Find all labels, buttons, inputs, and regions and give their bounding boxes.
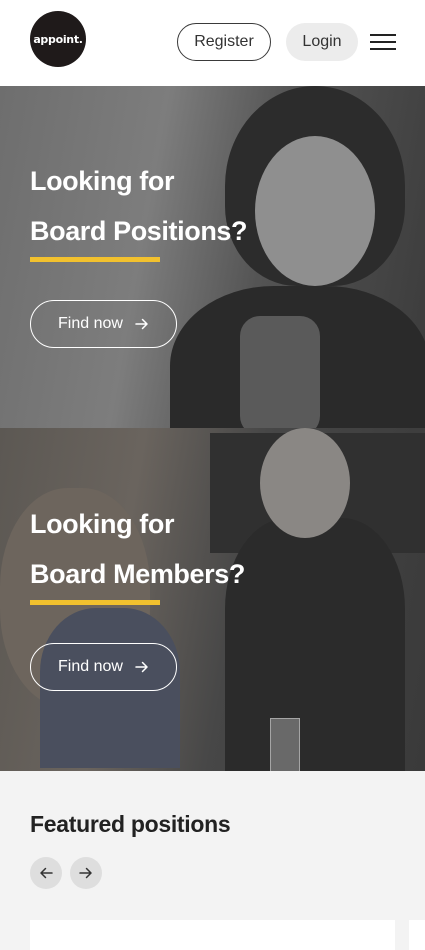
hero-heading-line2: Board Members? bbox=[30, 559, 245, 589]
heading-underline bbox=[30, 257, 160, 262]
login-button[interactable]: Login bbox=[286, 23, 358, 61]
logo-text: appoint. bbox=[33, 32, 83, 46]
arrow-right-icon bbox=[135, 318, 148, 330]
arrow-left-icon bbox=[40, 867, 53, 879]
register-button[interactable]: Register bbox=[177, 23, 271, 61]
hero-heading: Looking for Board Positions? bbox=[30, 156, 248, 256]
hero-photo-glass bbox=[270, 718, 300, 771]
carousel-prev-button[interactable] bbox=[30, 857, 62, 889]
hamburger-line bbox=[370, 48, 396, 50]
find-members-button[interactable]: Find now bbox=[30, 643, 177, 691]
hero-photo-face bbox=[260, 428, 350, 538]
arrow-right-icon bbox=[79, 867, 92, 879]
site-header: appoint. Register Login bbox=[0, 0, 425, 86]
hero-photo-face bbox=[255, 136, 375, 286]
hero-heading-line1: Looking for bbox=[30, 166, 175, 196]
register-label: Register bbox=[194, 33, 254, 50]
heading-underline bbox=[30, 600, 160, 605]
hero-photo-shirt bbox=[240, 316, 320, 429]
hamburger-line bbox=[370, 34, 396, 36]
login-label: Login bbox=[302, 33, 342, 50]
hero-board-positions: Looking for Board Positions? Find now bbox=[0, 86, 425, 429]
find-button-label: Find now bbox=[58, 315, 123, 332]
hero-heading-line2: Board Positions? bbox=[30, 216, 248, 246]
hamburger-line bbox=[370, 41, 396, 43]
find-button-label: Find now bbox=[58, 658, 123, 675]
position-card[interactable] bbox=[409, 920, 425, 950]
arrow-right-icon bbox=[135, 661, 148, 673]
hamburger-menu-icon[interactable] bbox=[370, 34, 396, 50]
hero-heading: Looking for Board Members? bbox=[30, 499, 245, 599]
hero-photo-body bbox=[225, 518, 405, 771]
hero-board-members: Looking for Board Members? Find now bbox=[0, 428, 425, 771]
hero-heading-line1: Looking for bbox=[30, 509, 175, 539]
position-card[interactable] bbox=[30, 920, 395, 950]
logo[interactable]: appoint. bbox=[30, 11, 86, 67]
featured-positions-section: Featured positions bbox=[0, 771, 425, 950]
find-positions-button[interactable]: Find now bbox=[30, 300, 177, 348]
carousel-next-button[interactable] bbox=[70, 857, 102, 889]
section-title: Featured positions bbox=[30, 811, 231, 837]
